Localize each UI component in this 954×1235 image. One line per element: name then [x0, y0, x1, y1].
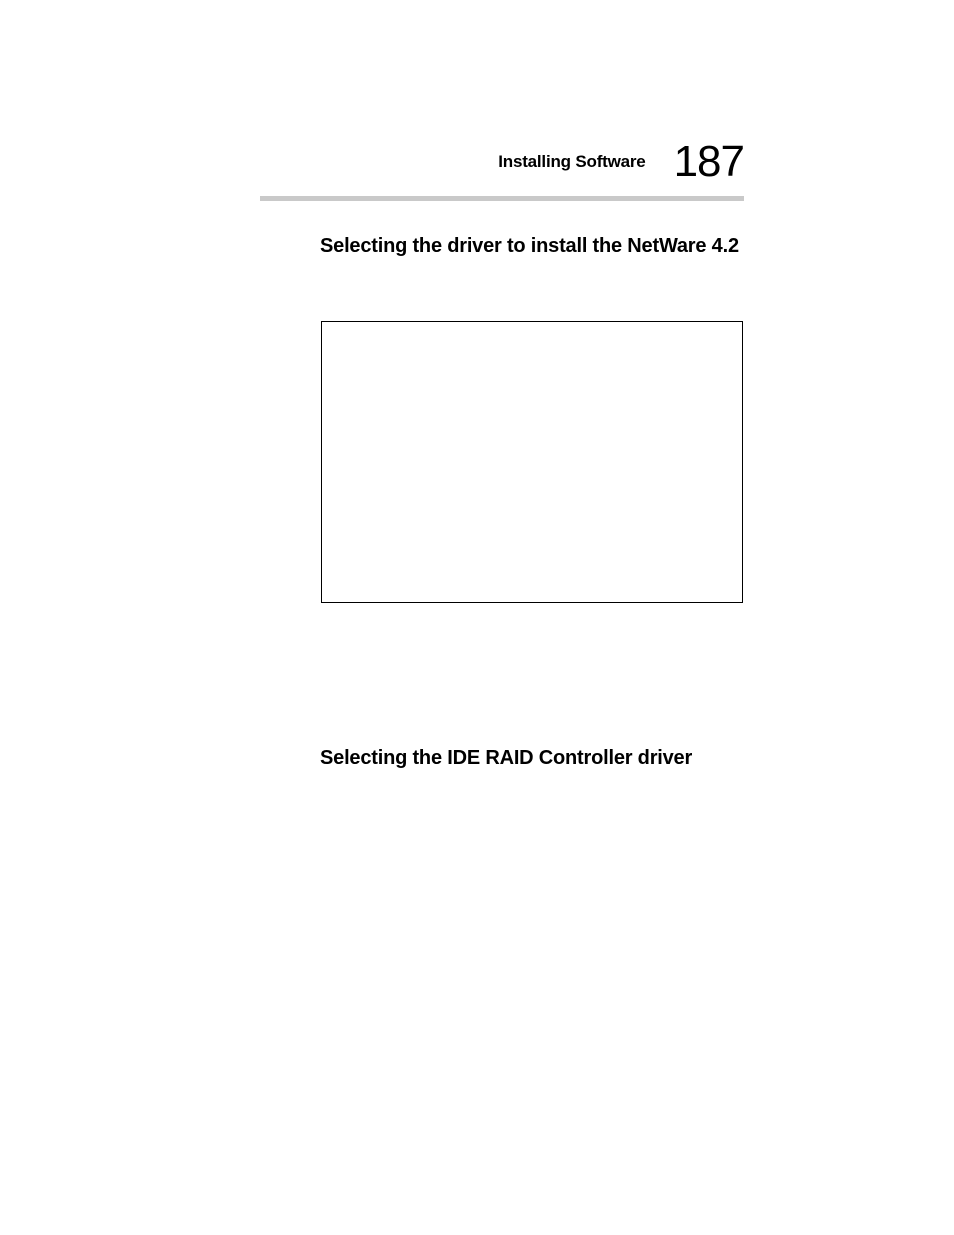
header-rule: [260, 196, 744, 201]
section-heading-2: Selecting the IDE RAID Controller driver: [320, 747, 692, 770]
running-header: Installing Software 187: [498, 140, 744, 184]
page: Installing Software 187 Selecting the dr…: [0, 0, 954, 1235]
section-heading-1: Selecting the driver to install the NetW…: [320, 235, 739, 258]
figure-placeholder: [321, 321, 743, 603]
page-number: 187: [674, 140, 744, 184]
running-title: Installing Software: [498, 152, 645, 172]
